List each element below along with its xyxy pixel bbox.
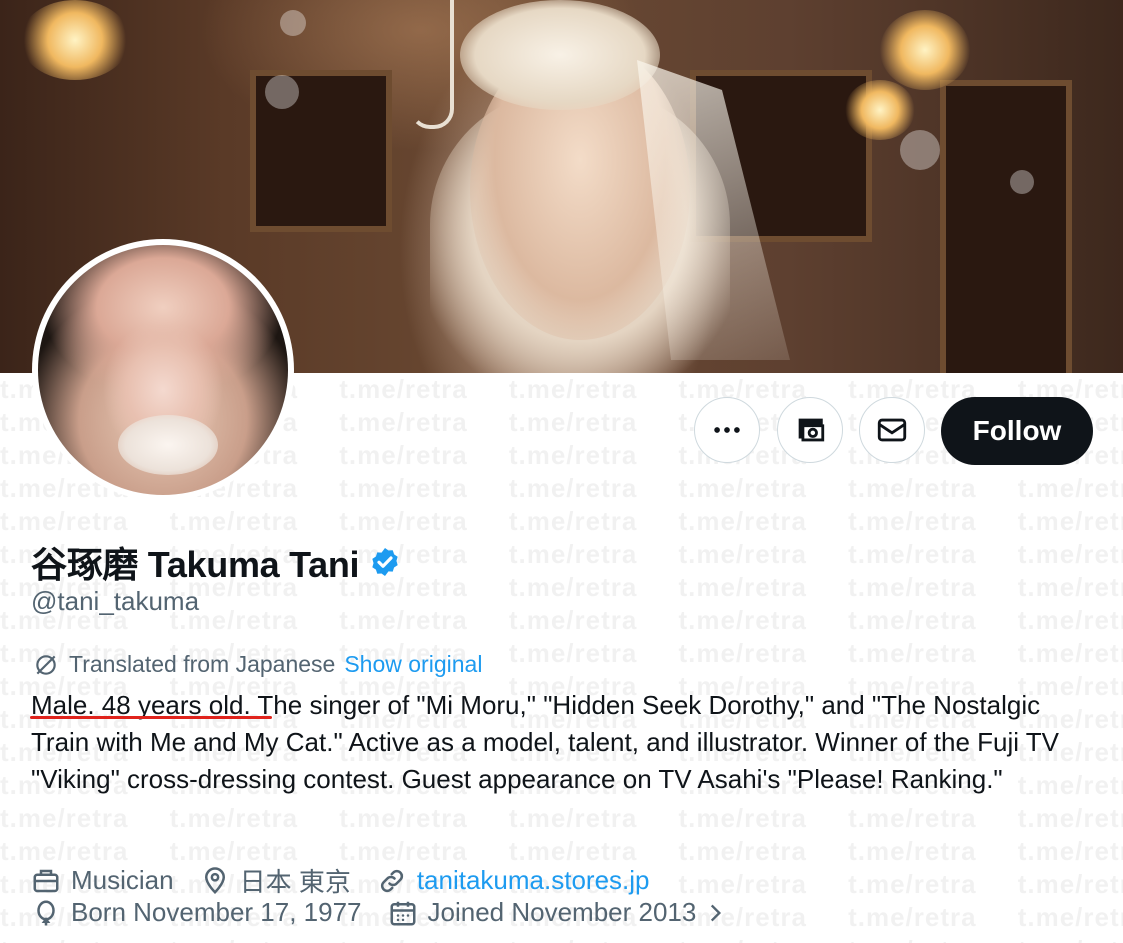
banner-bokeh [900, 130, 940, 170]
joined-label: Joined November 2013 [427, 897, 697, 927]
banner-bokeh [280, 10, 306, 36]
subscribe-button[interactable] [777, 397, 843, 463]
banner-chandelier [880, 10, 970, 90]
profile-bio: Male. 48 years old. The singer of "Mi Mo… [31, 687, 1091, 798]
display-name: 谷琢磨 Takuma Tani [31, 544, 360, 585]
envelope-icon [877, 418, 907, 442]
chevron-right-icon[interactable] [702, 900, 728, 926]
more-button[interactable] [694, 397, 760, 463]
category-label: Musician [71, 865, 174, 895]
banner-bokeh [265, 75, 299, 109]
location-pin-icon [204, 866, 225, 894]
profile-name-row: 谷琢磨 Takuma Tani [31, 536, 401, 588]
link-icon [380, 869, 403, 892]
message-button[interactable] [859, 397, 925, 463]
birthday-label: Born November 17, 1977 [71, 897, 362, 927]
banner-figure-bow [460, 0, 660, 110]
location-label: 日本 東京 [239, 867, 351, 897]
translated-from-label: Translated from Japanese [69, 651, 336, 677]
balloon-icon [37, 900, 55, 925]
briefcase-icon [33, 869, 59, 892]
website-link[interactable]: tanitakuma.stores.jp [417, 865, 650, 896]
birthday-item: Born November 17, 1977 [31, 897, 362, 928]
show-original-link[interactable]: Show original [344, 651, 482, 678]
profile-handle: @tani_takuma [31, 586, 200, 616]
verified-badge-icon[interactable] [369, 546, 401, 578]
joined-item[interactable]: Joined November 2013 [388, 897, 729, 928]
website-item[interactable]: tanitakuma.stores.jp [377, 865, 650, 896]
calendar-icon [390, 901, 416, 925]
translation-notice: Translated from Japanese Show original [33, 651, 482, 678]
category-item: Musician [31, 865, 174, 896]
location-item: 日本 東京 [200, 862, 351, 899]
profile-meta-row-1: Musician 日本 東京 tanitakuma.stores.jp [31, 862, 676, 899]
subscribe-money-icon [798, 418, 825, 442]
translate-globe-icon [36, 654, 56, 675]
profile-meta-row-2: Born November 17, 1977 Joined November 2… [31, 897, 754, 928]
avatar-heart-hands [118, 415, 218, 475]
banner-chandelier [20, 0, 130, 80]
red-underline-annotation [30, 716, 272, 719]
banner-doorway [940, 80, 1072, 373]
follow-button[interactable]: Follow [941, 397, 1093, 465]
avatar-image [38, 245, 288, 495]
banner-umbrella [410, 0, 454, 129]
more-horizontal-icon [714, 427, 740, 433]
banner-chandelier [845, 80, 915, 140]
profile-avatar[interactable] [32, 239, 294, 501]
banner-bokeh [1010, 170, 1034, 194]
